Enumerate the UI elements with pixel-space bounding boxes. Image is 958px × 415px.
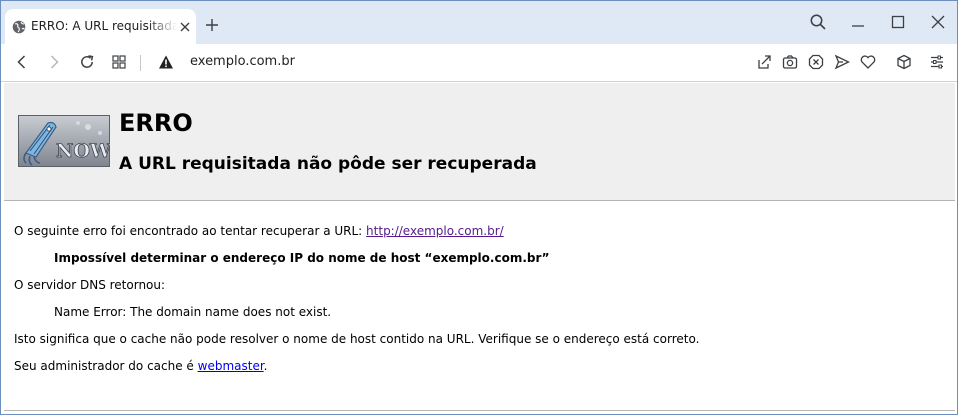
plus-icon[interactable] (205, 18, 219, 32)
forward-arrow-icon[interactable] (46, 54, 62, 70)
tab-active[interactable]: ERRO: A URL requisitada não pôde ser rec… (5, 9, 196, 44)
meaning-text: Isto significa que o cache não pode reso… (14, 332, 700, 346)
admin-suffix: . (263, 359, 268, 373)
address-bar-url[interactable]: exemplo.com.br (190, 54, 295, 69)
minimize-icon[interactable] (849, 13, 867, 31)
browser-window: ERRO: A URL requisitada não pôde ser rec… (0, 0, 958, 415)
dns-message: Name Error: The domain name does not exi… (54, 305, 332, 319)
blocker-icon[interactable] (808, 54, 824, 70)
search-tabs-icon[interactable] (809, 13, 827, 31)
requested-url-link[interactable]: http://exemplo.com.br/ (366, 224, 504, 238)
footer-divider (4, 410, 955, 411)
squid-logo: NOW (18, 115, 110, 167)
dns-label: O servidor DNS retornou: (14, 278, 166, 292)
page-content: NOW ERRO A URL requisitada não pôde ser … (4, 83, 955, 414)
wallet-icon[interactable] (896, 54, 912, 70)
close-icon[interactable] (179, 21, 191, 33)
globe-icon (12, 20, 26, 34)
url-error-line: O seguinte erro foi encontrado ao tentar… (14, 224, 504, 238)
menu-icon[interactable] (929, 54, 945, 70)
back-arrow-icon[interactable] (14, 54, 30, 70)
logo-text: NOW (56, 140, 110, 162)
warning-icon[interactable] (158, 54, 174, 70)
address-toolbar: exemplo.com.br (1, 44, 957, 82)
share-icon[interactable] (756, 54, 772, 70)
webmaster-link[interactable]: webmaster (198, 359, 264, 373)
tab-title: ERRO: A URL requisitada não pôde ser rec… (31, 19, 177, 33)
error-header: NOW ERRO A URL requisitada não pôde ser … (4, 83, 955, 201)
admin-prefix: Seu administrador do cache é (14, 359, 198, 373)
page-title: ERRO (119, 109, 193, 137)
toolbar-separator (140, 55, 141, 71)
reload-icon[interactable] (79, 54, 95, 70)
camera-icon[interactable] (782, 54, 798, 70)
error-message: Impossível determinar o endereço IP do n… (54, 251, 550, 265)
grid-icon[interactable] (111, 54, 127, 70)
page-subtitle: A URL requisitada não pôde ser recuperad… (119, 154, 537, 174)
admin-line: Seu administrador do cache é webmaster. (14, 359, 268, 373)
url-error-prefix: O seguinte erro foi encontrado ao tentar… (14, 224, 367, 238)
maximize-icon[interactable] (889, 13, 907, 31)
heart-icon[interactable] (860, 54, 876, 70)
send-icon[interactable] (834, 54, 850, 70)
close-window-icon[interactable] (929, 13, 947, 31)
tab-strip: ERRO: A URL requisitada não pôde ser rec… (1, 1, 957, 44)
